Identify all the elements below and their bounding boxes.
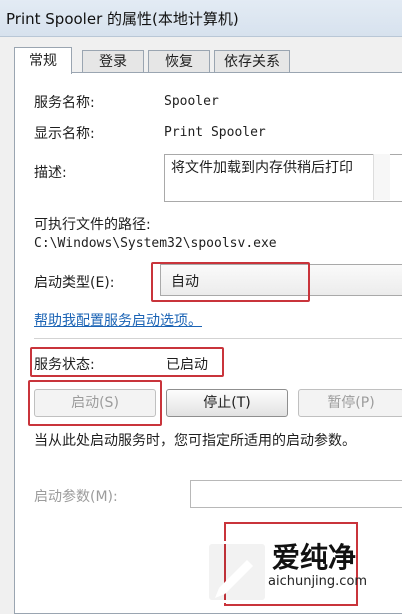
help-config-link[interactable]: 帮助我配置服务启动选项。	[34, 310, 202, 330]
watermark-url: aichunjing.com	[268, 574, 368, 589]
window-title: Print Spooler 的属性(本地计算机)	[6, 10, 239, 28]
start-params-input[interactable]	[190, 480, 402, 508]
tab-logon[interactable]: 登录	[82, 50, 144, 73]
startup-hint: 当从此处启动服务时，您可指定所适用的启动参数。	[34, 433, 356, 449]
highlight-service-status	[30, 347, 224, 377]
display-name-value: Print Spooler	[164, 125, 266, 140]
watermark-brand: 爱纯净	[272, 541, 357, 574]
start-params-label: 启动参数(M):	[34, 489, 118, 505]
separator	[34, 338, 402, 339]
exec-path-label: 可执行文件的路径:	[34, 217, 151, 233]
service-name-value: Spooler	[164, 94, 219, 109]
description-text: 将文件加载到内存供稍后打印	[171, 160, 353, 176]
display-name-label: 显示名称:	[34, 126, 95, 142]
description-scrollbar[interactable]	[373, 154, 390, 200]
stop-button[interactable]: 停止(T)	[166, 389, 288, 417]
tab-general[interactable]: 常规	[14, 47, 72, 74]
highlight-startup-type	[151, 262, 310, 302]
highlight-start-button	[28, 380, 162, 426]
startup-type-label: 启动类型(E):	[34, 275, 115, 291]
description-label: 描述:	[34, 165, 67, 181]
tab-recovery[interactable]: 恢复	[148, 50, 210, 73]
description-box[interactable]: 将文件加载到内存供稍后打印	[164, 154, 402, 202]
tab-dependencies[interactable]: 依存关系	[214, 50, 290, 73]
pencil-icon	[215, 560, 253, 598]
title-bar: Print Spooler 的属性(本地计算机)	[0, 0, 402, 37]
exec-path-value: C:\Windows\System32\spoolsv.exe	[34, 236, 277, 251]
service-name-label: 服务名称:	[34, 95, 95, 111]
pause-button[interactable]: 暂停(P)	[298, 389, 402, 417]
watermark-logo-icon	[206, 541, 268, 603]
